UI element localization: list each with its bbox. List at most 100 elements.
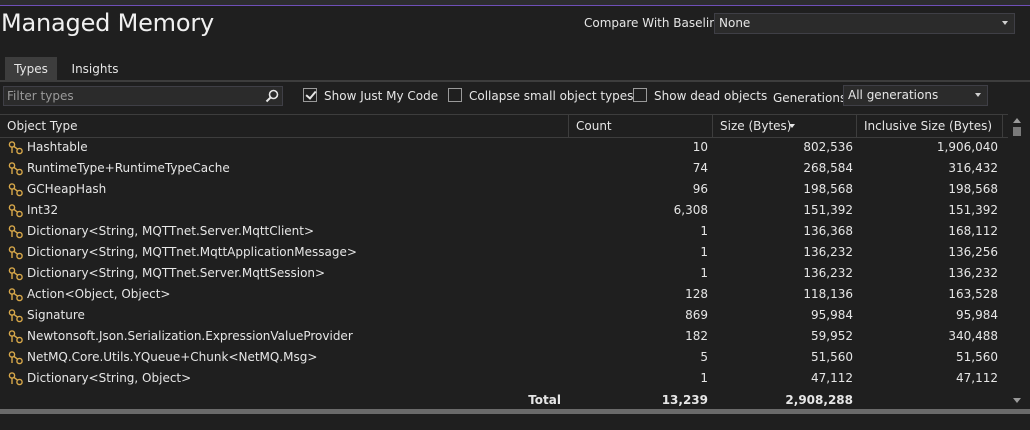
object-inclusive-size: 1,906,040 — [936, 140, 998, 154]
tab-divider — [0, 80, 1030, 82]
object-inclusive-size: 163,528 — [948, 287, 998, 301]
table-row[interactable]: RuntimeType+RuntimeTypeCache 74 268,584 316… — [0, 158, 1008, 179]
table-row[interactable]: Int32 6,308 151,392 151,392 — [0, 200, 1008, 221]
baseline-dropdown[interactable]: None — [714, 13, 1015, 34]
table-row[interactable]: Signature 869 95,984 95,984 — [0, 305, 1008, 326]
object-type-icon — [8, 204, 23, 218]
object-size: 136,232 — [803, 266, 853, 280]
column-header-object-type[interactable]: Object Type — [0, 115, 569, 137]
object-type-name: Action<Object, Object> — [27, 287, 171, 301]
column-header-size-label: Size (Bytes) — [720, 119, 792, 133]
table-row[interactable]: Dictionary<String, MQTTnet.Server.MqttSe… — [0, 263, 1008, 284]
table-row[interactable]: Hashtable 10 802,536 1,906,040 — [0, 137, 1008, 158]
object-inclusive-size: 168,112 — [948, 224, 998, 238]
object-inclusive-size: 340,488 — [948, 329, 998, 343]
object-type-icon — [8, 288, 23, 302]
object-count: 6,308 — [673, 203, 708, 217]
just-my-code-checkbox[interactable] — [303, 88, 317, 102]
tab-insights[interactable]: Insights — [63, 57, 127, 81]
generations-label: Generations: — [773, 91, 851, 105]
object-count: 96 — [692, 182, 708, 196]
object-count: 10 — [692, 140, 708, 154]
scroll-up-arrow-icon[interactable] — [1013, 118, 1021, 123]
column-header-count[interactable]: Count — [569, 115, 713, 137]
table-row[interactable]: GCHeapHash 96 198,568 198,568 — [0, 179, 1008, 200]
object-inclusive-size: 95,984 — [956, 308, 998, 322]
object-type-name: Dictionary<String, MQTTnet.Server.MqttCl… — [27, 224, 315, 238]
scroll-down-arrow-icon[interactable] — [1013, 398, 1021, 403]
chevron-down-icon — [1002, 21, 1008, 25]
just-my-code-label: Show Just My Code — [324, 89, 439, 103]
object-size: 95,984 — [811, 308, 853, 322]
object-size: 268,584 — [803, 161, 853, 175]
object-inclusive-size: 136,256 — [948, 245, 998, 259]
object-size: 136,232 — [803, 245, 853, 259]
object-type-icon — [8, 330, 23, 344]
object-type-name: Newtonsoft.Json.Serialization.Expression… — [27, 329, 353, 343]
object-type-icon — [8, 267, 23, 281]
object-type-name: Dictionary<String, MQTTnet.MqttApplicati… — [27, 245, 357, 259]
table-row[interactable]: Dictionary<String, MQTTnet.MqttApplicati… — [0, 242, 1008, 263]
page-title: Managed Memory — [1, 9, 215, 37]
scrollbar-thumb[interactable] — [1013, 127, 1021, 136]
column-header-inclusive-size[interactable]: Inclusive Size (Bytes) — [857, 115, 1003, 137]
generations-dropdown-value: All generations — [848, 88, 939, 102]
dead-objects-label: Show dead objects — [654, 89, 768, 103]
filter-types-field[interactable] — [3, 86, 283, 106]
sort-descending-icon — [789, 124, 795, 128]
table-row[interactable]: Dictionary<String, Object> 1 47,112 47,112 — [0, 368, 1008, 389]
object-type-icon — [8, 246, 23, 260]
object-inclusive-size: 47,112 — [956, 371, 998, 385]
object-type-name: Int32 — [27, 203, 59, 217]
filter-types-input[interactable] — [7, 89, 257, 103]
object-count: 74 — [692, 161, 708, 175]
object-count: 1 — [700, 245, 708, 259]
object-size: 802,536 — [803, 140, 853, 154]
table-header: Object Type Count Size (Bytes) Inclusive… — [0, 114, 1008, 138]
table-row[interactable]: Dictionary<String, MQTTnet.Server.MqttCl… — [0, 221, 1008, 242]
object-type-name: Dictionary<String, Object> — [27, 371, 192, 385]
dead-objects-checkbox[interactable] — [633, 88, 647, 102]
object-size: 47,112 — [811, 371, 853, 385]
object-type-name: Signature — [27, 308, 85, 322]
object-inclusive-size: 51,560 — [956, 350, 998, 364]
baseline-label: Compare With Baseline: — [584, 16, 729, 30]
object-inclusive-size: 151,392 — [948, 203, 998, 217]
object-count: 1 — [700, 266, 708, 280]
object-type-icon — [8, 141, 23, 155]
vertical-scrollbar[interactable] — [1010, 114, 1024, 407]
object-type-icon — [8, 225, 23, 239]
object-count: 182 — [685, 329, 708, 343]
object-size: 118,136 — [803, 287, 853, 301]
types-table: Object Type Count Size (Bytes) Inclusive… — [0, 114, 1030, 409]
object-count: 128 — [685, 287, 708, 301]
object-count: 1 — [700, 371, 708, 385]
collapse-small-checkbox[interactable] — [448, 88, 462, 102]
horizontal-scrollbar[interactable] — [0, 409, 1030, 414]
search-icon[interactable] — [265, 89, 279, 103]
object-type-name: NetMQ.Core.Utils.YQueue+Chunk<NetMQ.Msg> — [27, 350, 318, 364]
generations-dropdown[interactable]: All generations — [843, 85, 988, 106]
object-count: 5 — [700, 350, 708, 364]
object-type-icon — [8, 162, 23, 176]
object-type-icon — [8, 183, 23, 197]
object-count: 1 — [700, 224, 708, 238]
object-inclusive-size: 136,232 — [948, 266, 998, 280]
object-inclusive-size: 198,568 — [948, 182, 998, 196]
object-type-icon — [8, 309, 23, 323]
object-type-name: Dictionary<String, MQTTnet.Server.MqttSe… — [27, 266, 326, 280]
object-type-icon — [8, 351, 23, 365]
table-row[interactable]: NetMQ.Core.Utils.YQueue+Chunk<NetMQ.Msg>… — [0, 347, 1008, 368]
object-type-name: GCHeapHash — [27, 182, 107, 196]
object-type-name: Hashtable — [27, 140, 88, 154]
collapse-small-label: Collapse small object types — [469, 89, 634, 103]
table-row[interactable]: Action<Object, Object> 128 118,136 163,528 — [0, 284, 1008, 305]
object-type-icon — [8, 372, 23, 386]
baseline-dropdown-value: None — [719, 16, 751, 30]
total-count: 13,239 — [661, 393, 708, 407]
tab-types[interactable]: Types — [5, 57, 57, 81]
table-row[interactable]: Newtonsoft.Json.Serialization.Expression… — [0, 326, 1008, 347]
object-size: 136,368 — [803, 224, 853, 238]
column-header-size[interactable]: Size (Bytes) — [713, 115, 857, 137]
object-count: 869 — [685, 308, 708, 322]
